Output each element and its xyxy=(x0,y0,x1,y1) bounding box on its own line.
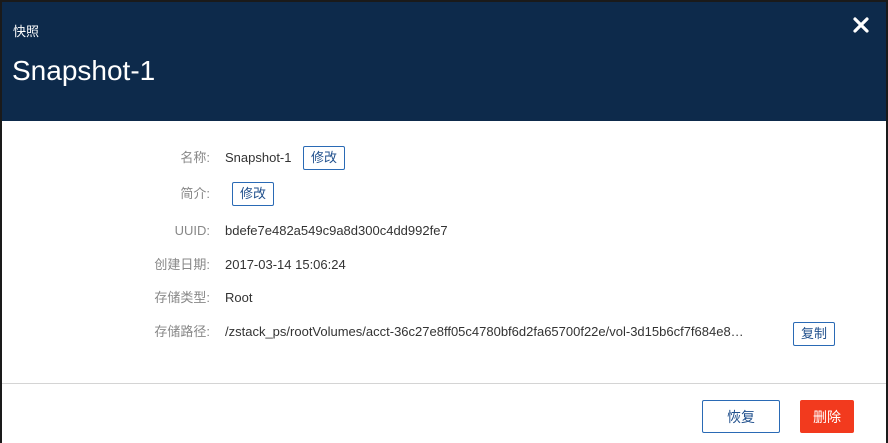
dialog-footer: 恢复 删除 xyxy=(2,384,886,443)
uuid-row: UUID: bdefe7e482a549c9a8d300c4dd992fe7 xyxy=(2,217,886,245)
restore-button[interactable]: 恢复 xyxy=(702,400,780,433)
description-row: 简介: 修改 xyxy=(2,180,886,208)
name-value: Snapshot-1 xyxy=(225,150,292,165)
storage-type-value: Root xyxy=(225,290,253,305)
created-value: 2017-03-14 15:06:24 xyxy=(225,257,346,272)
dialog-header: 快照 Snapshot-1 xyxy=(2,2,886,121)
uuid-value: bdefe7e482a549c9a8d300c4dd992fe7 xyxy=(225,223,448,238)
storage-path-label: 存储路径: xyxy=(154,324,210,339)
storage-path-value: /zstack_ps/rootVolumes/acct-36c27e8ff05c… xyxy=(225,324,744,339)
dialog-title: Snapshot-1 xyxy=(12,55,156,86)
dialog-body: 名称: Snapshot-1 修改 简介: 修改 UUID: bdefe7e48… xyxy=(2,121,886,383)
snapshot-dialog: 快照 Snapshot-1 名称: Snapshot-1 修改 简介: 修改 U… xyxy=(0,0,888,443)
edit-name-button[interactable]: 修改 xyxy=(303,146,346,170)
dialog-subtitle: 快照 xyxy=(13,24,40,39)
copy-path-button[interactable]: 复制 xyxy=(793,322,836,346)
name-row: 名称: Snapshot-1 修改 xyxy=(2,144,886,172)
description-label: 简介: xyxy=(180,186,210,201)
storage-path-row: 存储路径: /zstack_ps/rootVolumes/acct-36c27e… xyxy=(2,318,886,346)
created-row: 创建日期: 2017-03-14 15:06:24 xyxy=(2,251,886,279)
name-label: 名称: xyxy=(180,150,210,165)
storage-type-label: 存储类型: xyxy=(154,290,210,305)
uuid-label: UUID: xyxy=(174,223,210,238)
storage-type-row: 存储类型: Root xyxy=(2,284,886,312)
delete-button[interactable]: 删除 xyxy=(800,400,854,433)
close-icon[interactable] xyxy=(852,16,870,34)
created-label: 创建日期: xyxy=(154,257,210,272)
edit-description-button[interactable]: 修改 xyxy=(232,182,275,206)
